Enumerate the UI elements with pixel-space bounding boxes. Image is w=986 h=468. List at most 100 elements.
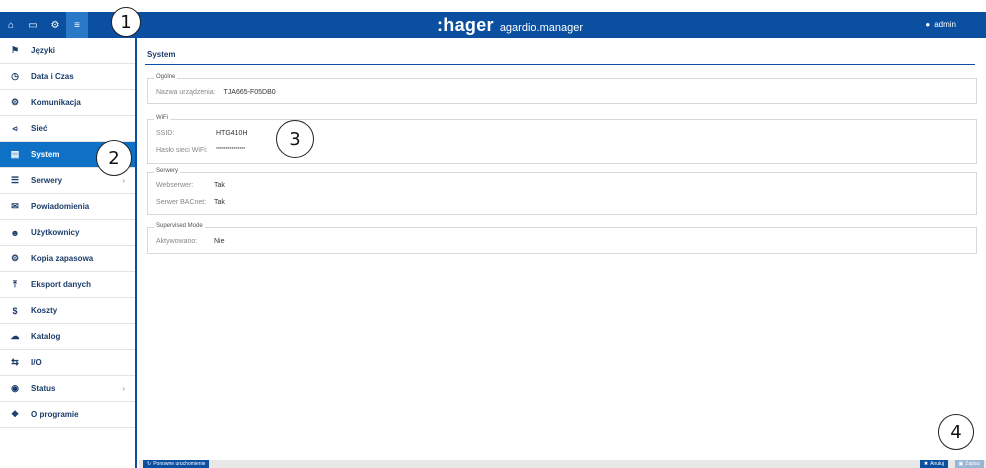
- sidebar-item-label: Powiadomienia: [31, 202, 90, 211]
- sidebar-item-label: Status: [31, 384, 56, 393]
- user-menu[interactable]: ● admin: [925, 20, 956, 29]
- sidebar-item-label: Data i Czas: [31, 72, 74, 81]
- page-title: System: [147, 50, 176, 59]
- ssid-label: SSID:: [156, 130, 175, 137]
- upload-icon: ⤒: [13, 279, 17, 289]
- sidebar-item-backup[interactable]: ⚙ Kopia zapasowa: [0, 246, 135, 272]
- sidebar-item-costs[interactable]: $ Koszty: [0, 298, 135, 324]
- sidebar-item-io[interactable]: ⇆ I/O: [0, 350, 135, 376]
- callout-4: 4: [938, 414, 974, 450]
- sidebar-item-date-time[interactable]: ◷ Data i Czas: [0, 64, 135, 90]
- cogs-icon[interactable]: ⚙: [44, 12, 66, 38]
- save-icon: ▣: [958, 461, 964, 467]
- sidebar-item-languages[interactable]: ⚑ Języki: [0, 38, 135, 64]
- chevron-right-icon: ›: [122, 384, 125, 393]
- sidebar-item-data-export[interactable]: ⤒ Eksport danych: [0, 272, 135, 298]
- wifi-password-row: Hasło sieci WiFi: ***************: [156, 147, 245, 154]
- sidebar-item-users[interactable]: ☻ Użytkownicy: [0, 220, 135, 246]
- fieldset-legend: Serwery: [154, 168, 181, 174]
- user-name: admin: [934, 20, 956, 29]
- eye-icon: ◉: [11, 383, 19, 393]
- sidebar-item-label: Koszty: [31, 306, 58, 315]
- activated-row: Aktywowano: Nie: [156, 238, 225, 245]
- user-icon: ●: [925, 20, 931, 29]
- sidebar-item-network[interactable]: ⪦ Sieć: [0, 116, 135, 142]
- webserver-value: Tak: [214, 182, 225, 189]
- top-bar: ⌂ ▭ ⚙ ≡ :hager agardio.manager ● admin: [0, 12, 986, 38]
- hdd-icon: ▤: [10, 149, 20, 159]
- webserver-row: Webserwer: Tak: [156, 182, 225, 189]
- fieldset-supervised-mode: Supervised Mode Aktywowano: Nie: [147, 223, 977, 254]
- fieldset-legend: Supervised Mode: [154, 223, 205, 229]
- activated-label: Aktywowano:: [156, 238, 198, 245]
- sidebar-item-label: Kopia zapasowa: [31, 254, 94, 263]
- sidebar-item-label: I/O: [31, 358, 42, 367]
- sidebar-item-about[interactable]: ❖ O programie: [0, 402, 135, 428]
- sidebar-item-label: Komunikacja: [31, 98, 81, 107]
- home-icon[interactable]: ⌂: [0, 12, 22, 38]
- close-icon: ✖: [923, 461, 929, 467]
- bacnet-label: Serwer BACnet:: [156, 199, 207, 206]
- sidebar-item-label: Użytkownicy: [31, 228, 80, 237]
- callout-1: 1: [111, 7, 141, 37]
- ssid-row: SSID: HTG410H: [156, 130, 248, 137]
- info-icon: ❖: [10, 409, 20, 419]
- ssid-value: HTG410H: [216, 130, 248, 137]
- activated-value: Nie: [214, 238, 225, 245]
- wifi-password-label: Hasło sieci WiFi:: [156, 147, 208, 154]
- sliders-icon[interactable]: ≡: [66, 12, 88, 38]
- sidebar-item-label: O programie: [31, 410, 79, 419]
- save-button[interactable]: ▣ Zapisz: [954, 460, 984, 468]
- title-divider: [145, 64, 975, 65]
- envelope-icon: ✉: [11, 201, 19, 211]
- callout-2: 2: [96, 140, 132, 176]
- product-name: agardio.manager: [499, 22, 583, 34]
- bacnet-row: Serwer BACnet: Tak: [156, 199, 225, 206]
- fieldset-general: Ogólne Nazwa urządzenia: TJA665-F05DB0: [147, 74, 977, 104]
- fieldset-legend: WiFi: [154, 115, 170, 121]
- server-icon: ☰: [10, 175, 20, 185]
- sidebar-item-label: Języki: [31, 46, 56, 55]
- device-name-row: Nazwa urządzenia: TJA665-F05DB0: [156, 89, 276, 96]
- users-icon: ☻: [10, 227, 20, 238]
- device-name-label: Nazwa urządzenia:: [156, 89, 216, 96]
- bacnet-value: Tak: [214, 199, 225, 206]
- cloud-upload-icon: ☁: [10, 331, 20, 341]
- sidebar-item-notifications[interactable]: ✉ Powiadomienia: [0, 194, 135, 220]
- main-content: System Ogólne Nazwa urządzenia: TJA665-F…: [139, 38, 986, 468]
- save-button-label: Zapisz: [965, 461, 980, 467]
- top-nav-icons: ⌂ ▭ ⚙ ≡: [0, 12, 88, 38]
- fieldset-wifi: WiFi SSID: HTG410H Hasło sieci WiFi: ***…: [147, 115, 977, 164]
- sidebar: ⚑ Języki ◷ Data i Czas ⚙ Komunikacja ⪦ S…: [0, 38, 137, 468]
- sidebar-item-communication[interactable]: ⚙ Komunikacja: [0, 90, 135, 116]
- wifi-password-value: ***************: [216, 147, 246, 153]
- bottom-bar: ↻ Ponowne uruchomienie ✖ Anuluj ▣ Zapisz: [139, 460, 986, 468]
- sidebar-item-label: Serwery: [31, 176, 63, 185]
- sidebar-item-label: System: [31, 150, 60, 159]
- cancel-button-label: Anuluj: [930, 461, 944, 467]
- share-icon: ⪦: [12, 123, 18, 133]
- hager-logo: :hager: [437, 15, 494, 35]
- clock-icon: ◷: [11, 71, 19, 81]
- device-name-value: TJA665-F05DB0: [223, 89, 276, 96]
- fieldset-legend: Ogólne: [154, 74, 178, 80]
- sidebar-item-label: Sieć: [31, 124, 48, 133]
- monitor-icon[interactable]: ▭: [22, 12, 44, 38]
- fieldset-servers: Serwery Webserwer: Tak Serwer BACnet: Ta…: [147, 168, 977, 215]
- chevron-right-icon: ›: [122, 176, 125, 185]
- dollar-icon: $: [12, 305, 18, 316]
- sidebar-item-label: Eksport danych: [31, 280, 92, 289]
- sidebar-item-catalog[interactable]: ☁ Katalog: [0, 324, 135, 350]
- cogs-icon: ⚙: [10, 253, 20, 263]
- flag-icon: ⚑: [10, 45, 20, 55]
- cancel-button[interactable]: ✖ Anuluj: [919, 460, 948, 468]
- brand: :hager agardio.manager: [437, 15, 583, 36]
- refresh-icon: ↻: [147, 461, 152, 467]
- restart-button-label: Ponowne uruchomienie: [153, 461, 206, 467]
- restart-button[interactable]: ↻ Ponowne uruchomienie: [143, 460, 210, 468]
- sidebar-item-label: Katalog: [31, 332, 61, 341]
- exchange-icon: ⇆: [11, 357, 19, 367]
- callout-3: 3: [276, 120, 314, 158]
- webserver-label: Webserwer:: [156, 182, 194, 189]
- sidebar-item-status[interactable]: ◉ Status ›: [0, 376, 135, 402]
